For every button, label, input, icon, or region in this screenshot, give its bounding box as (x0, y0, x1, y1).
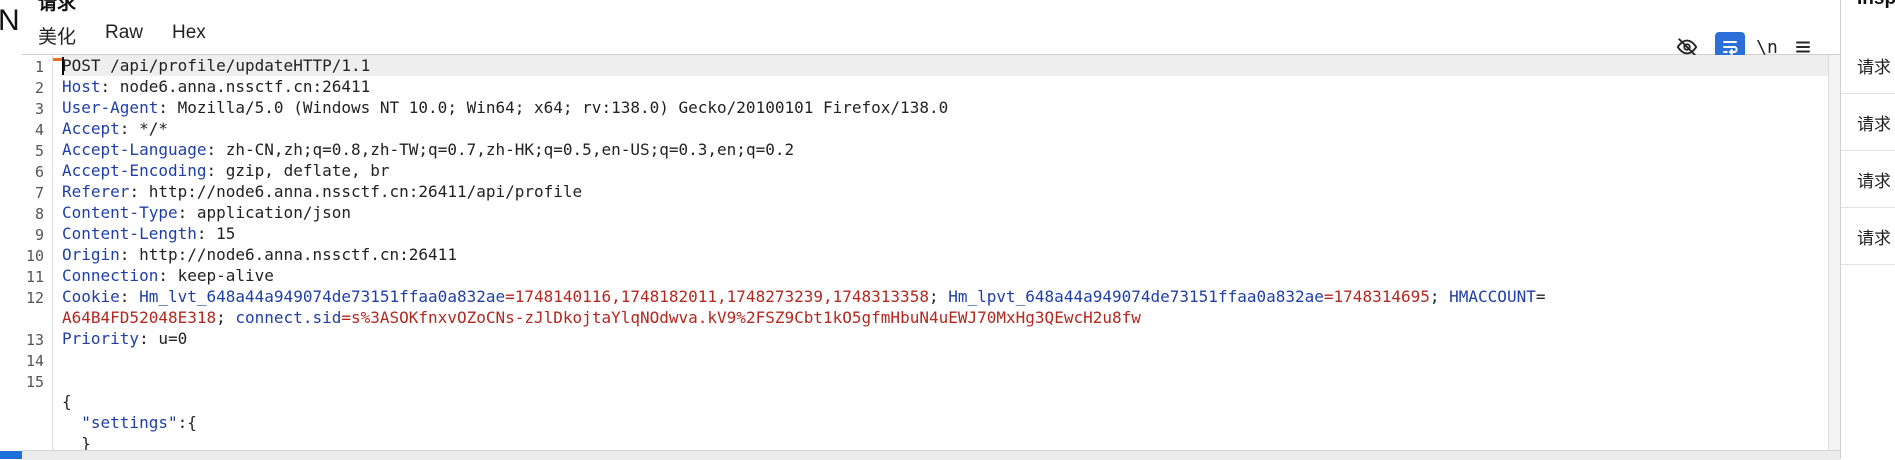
code-line: } (62, 433, 91, 450)
code-value-colored: =s%3ASOKfnxvOZoCNs-zJlDkojtaYlqNOdwva.kV… (341, 308, 1141, 327)
code-text: ; (216, 308, 236, 327)
inspector-item-label: 请求 (1857, 115, 1891, 134)
inspector-item[interactable]: 请求 (1841, 94, 1895, 151)
code-key: Content-Type (62, 203, 178, 222)
code-text: : */* (119, 119, 168, 138)
code-text: : application/json (177, 203, 351, 222)
inspector-item[interactable]: 请求 (1841, 151, 1895, 208)
left-side-panel: N (0, 0, 23, 459)
code-text: : gzip, deflate, br (206, 161, 390, 180)
code-key: Hm_lpvt_648a44a949074de73151ffaa0a832ae (948, 287, 1324, 306)
code-text: : zh-CN,zh;q=0.8,zh-TW;q=0.7,zh-HK;q=0.5… (206, 140, 795, 159)
code-text: : http://node6.anna.nssctf.cn:26411/api/… (129, 182, 583, 201)
code-line: Cookie: Hm_lvt_648a44a949074de73151ffaa0… (62, 286, 1545, 307)
inspector-item[interactable]: 请求 (1841, 208, 1895, 265)
inspector-item[interactable]: 请求 (1841, 37, 1895, 94)
tab-raw[interactable]: Raw (103, 22, 145, 44)
line-number: 6 (34, 163, 44, 181)
inspector-item-label: 请求 (1857, 58, 1891, 77)
inspector-title: Insp (1857, 0, 1895, 10)
code-text: = (1535, 287, 1546, 306)
left-panel-letter: N (0, 4, 20, 37)
request-editor[interactable]: 1 POST /api/profile/updateHTTP/1.1 2 Host: … (22, 55, 1828, 450)
line-number: 3 (34, 100, 44, 118)
code-key: Hm_lvt_648a44a949074de73151ffaa0a832ae (139, 287, 506, 306)
code-value-colored: A64B4FD52048E318 (62, 308, 217, 327)
code-line: Accept: */* (62, 118, 168, 139)
code-key: connect.sid (235, 308, 342, 327)
code-key: Referer (62, 182, 130, 201)
line-number: 9 (34, 226, 44, 244)
code-key: HMACCOUNT (1449, 287, 1536, 306)
code-line: A64B4FD52048E318; connect.sid=s%3ASOKfnx… (62, 307, 1141, 328)
line-number: 14 (26, 352, 45, 370)
inspector-item-label: 请求 (1857, 172, 1891, 191)
code-text: : Mozilla/5.0 (Windows NT 10.0; Win64; x… (158, 98, 949, 117)
code-line: Host: node6.anna.nssctf.cn:26411 (62, 76, 370, 97)
code-text: : (119, 287, 140, 306)
request-panel: 请求 美化 Raw Hex \n 1 POST /api/profile/upd… (22, 0, 1841, 460)
code-text: { (62, 392, 72, 411)
code-line: Content-Length: 15 (62, 223, 235, 244)
code-value-colored: =1748140116,1748182011,1748273239,174831… (505, 287, 929, 306)
code-text: ; (928, 287, 949, 306)
line-number: 4 (34, 121, 44, 139)
code-key: User-Agent (62, 98, 159, 117)
line-number: 5 (34, 142, 44, 160)
panel-title: 请求 (38, 0, 77, 14)
code-key: Accept-Encoding (62, 161, 207, 180)
line-number: 7 (34, 184, 44, 202)
line-number: 12 (26, 289, 45, 307)
code-line: Origin: http://node6.anna.nssctf.cn:2641… (62, 244, 457, 265)
code-key: Accept-Language (62, 140, 207, 159)
code-text: : node6.anna.nssctf.cn:26411 (100, 77, 371, 96)
code-text: POST /api/profile/updateHTTP/1.1 (62, 56, 371, 75)
inspector-panel: Insp 请求 请求 请求 请求 (1840, 0, 1895, 459)
left-panel-accent (0, 451, 22, 459)
code-value-colored: =1748314695 (1323, 287, 1430, 306)
code-text: :{ (177, 413, 197, 432)
code-line: Content-Type: application/json (62, 202, 351, 223)
code-key: Origin (62, 245, 120, 264)
code-line: Accept-Encoding: gzip, deflate, br (62, 160, 390, 181)
code-text: : keep-alive (158, 266, 274, 285)
code-line: { (62, 391, 72, 412)
line-number: 11 (26, 268, 45, 286)
code-line: "settings":{ (62, 412, 197, 433)
code-text: : 15 (196, 224, 236, 243)
line-number: 15 (26, 373, 45, 391)
code-key: Accept (62, 119, 120, 138)
code-key: Content-Length (62, 224, 197, 243)
code-text: : http://node6.anna.nssctf.cn:26411 (119, 245, 457, 264)
code-line: Priority: u=0 (62, 328, 187, 349)
line-number: 2 (34, 79, 44, 97)
tab-pretty[interactable]: 美化 (29, 22, 85, 61)
inspector-item-label: 请求 (1857, 229, 1891, 248)
code-line: Referer: http://node6.anna.nssctf.cn:264… (62, 181, 582, 202)
code-key: Priority (62, 329, 140, 348)
line-number: 1 (34, 58, 44, 76)
code-key: "settings" (81, 413, 178, 432)
code-key: Cookie (62, 287, 120, 306)
code-line: User-Agent: Mozilla/5.0 (Windows NT 10.0… (62, 97, 948, 118)
tab-hex[interactable]: Hex (170, 22, 208, 44)
request-tabbar: 美化 Raw Hex \n (22, 14, 1840, 62)
code-text: : u=0 (139, 329, 188, 348)
code-line: POST /api/profile/updateHTTP/1.1 (62, 55, 370, 76)
code-text: } (62, 434, 91, 450)
line-number: 10 (26, 247, 45, 265)
line-number: 8 (34, 205, 44, 223)
code-key: Connection (62, 266, 159, 285)
code-key: Host (62, 77, 101, 96)
code-line: Accept-Language: zh-CN,zh;q=0.8,zh-TW;q=… (62, 139, 794, 160)
line-number: 13 (26, 331, 45, 349)
code-text: ; (1429, 287, 1450, 306)
code-line: Connection: keep-alive (62, 265, 274, 286)
